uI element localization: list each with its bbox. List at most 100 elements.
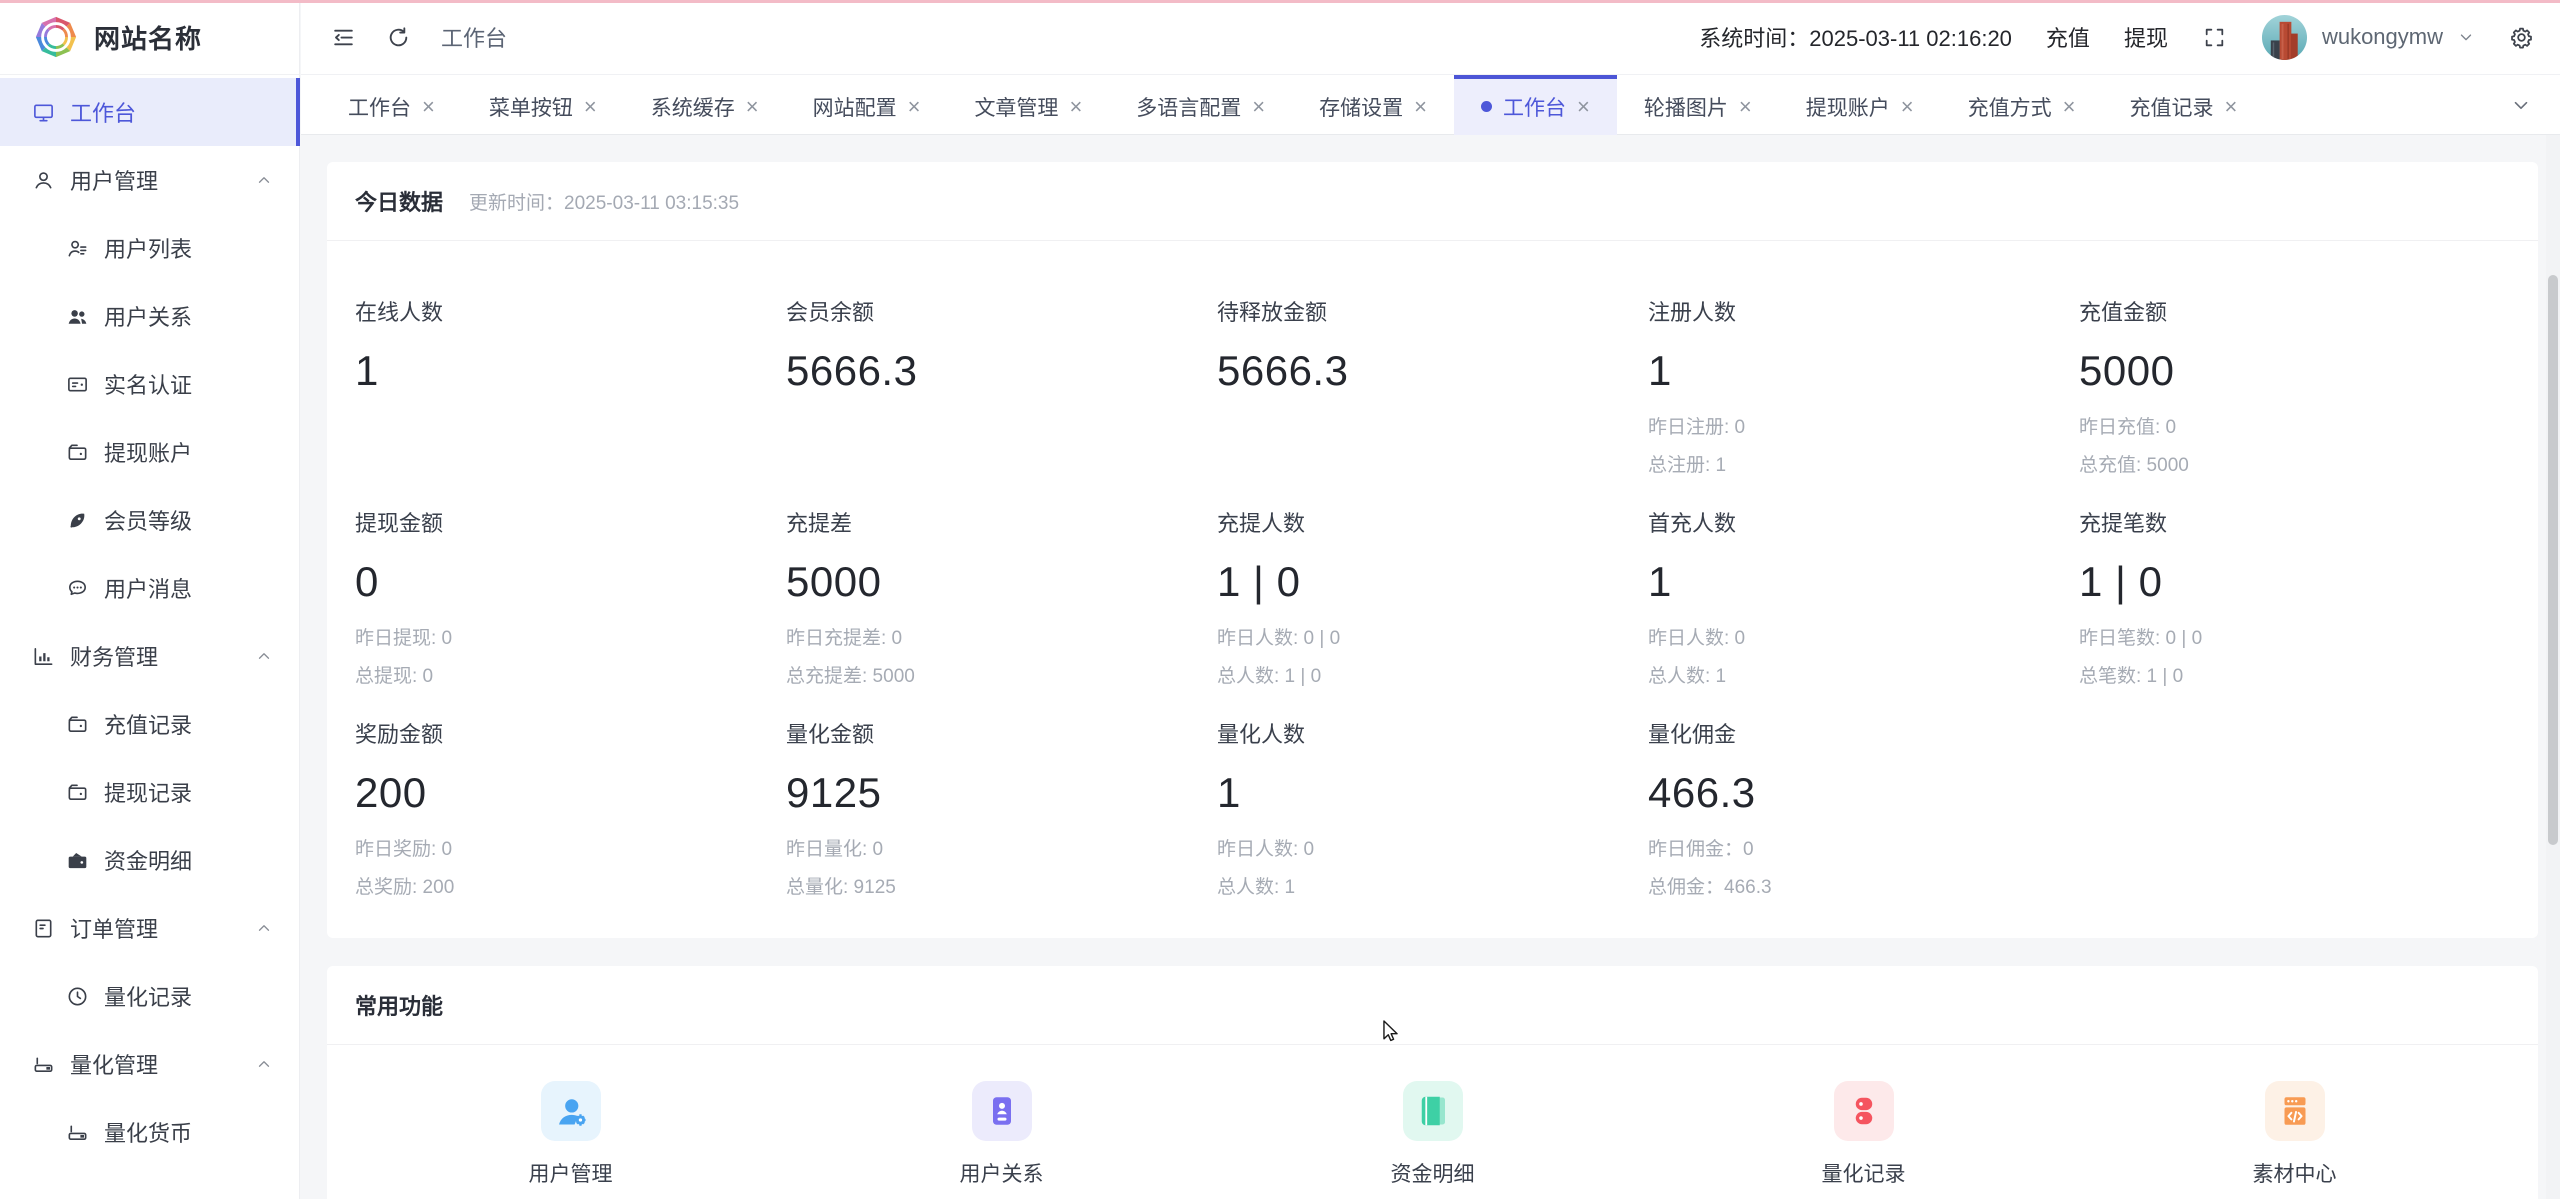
close-tab-icon[interactable]: × bbox=[1577, 96, 1590, 118]
sidebar-item-funds-detail[interactable]: 资金明细 bbox=[0, 826, 299, 894]
tab-recharge-records[interactable]: 充值记录× bbox=[2102, 75, 2264, 135]
shortcut-label: 素材中心 bbox=[2253, 1158, 2337, 1188]
book-icon bbox=[1403, 1081, 1463, 1141]
user-list-icon bbox=[66, 237, 89, 260]
shortcut-quant-records[interactable]: 量化记录 bbox=[1648, 1081, 2079, 1188]
sidebar-item-label: 量化货币 bbox=[104, 1116, 192, 1148]
tab-article-management[interactable]: 文章管理× bbox=[947, 75, 1109, 135]
close-tab-icon[interactable]: × bbox=[1901, 96, 1914, 118]
tab-site-config[interactable]: 网站配置× bbox=[786, 75, 948, 135]
kline-icon bbox=[32, 1053, 55, 1076]
chevron-down-icon bbox=[2457, 28, 2475, 46]
withdraw-button[interactable]: 提现 bbox=[2124, 21, 2168, 53]
sidebar-item-label: 工作台 bbox=[70, 96, 136, 128]
stat-cell: 量化佣金466.3昨日佣金：0总佣金：466.3 bbox=[1648, 693, 2079, 904]
clock-icon bbox=[66, 985, 89, 1008]
refresh-icon[interactable] bbox=[386, 25, 411, 50]
monitor-icon bbox=[32, 101, 55, 124]
close-tab-icon[interactable]: × bbox=[584, 96, 597, 118]
shortcut-label: 用户管理 bbox=[529, 1158, 613, 1188]
message-icon bbox=[66, 577, 89, 600]
stat-cell: 量化人数1昨日人数: 0总人数: 1 bbox=[1217, 693, 1648, 904]
shortcut-funds-detail[interactable]: 资金明细 bbox=[1217, 1081, 1648, 1188]
user-icon bbox=[32, 169, 55, 192]
user-gear-icon bbox=[541, 1081, 601, 1141]
sidebar-group-order-management[interactable]: 订单管理 bbox=[0, 894, 299, 962]
sidebar-item-quant-currency[interactable]: 量化货币 bbox=[0, 1098, 299, 1166]
chevron-up-icon bbox=[255, 171, 273, 189]
stat-cell: 量化金额9125昨日量化: 0总量化: 9125 bbox=[786, 693, 1217, 904]
tab-menu-buttons[interactable]: 菜单按钮× bbox=[462, 75, 624, 135]
stat-cell: 充提差5000昨日充提差: 0总充提差: 5000 bbox=[786, 482, 1217, 693]
sidebar-item-recharge-records[interactable]: 充值记录 bbox=[0, 690, 299, 758]
sidebar-item-realname-auth[interactable]: 实名认证 bbox=[0, 350, 299, 418]
tabbar: 工作台× 菜单按钮× 系统缓存× 网站配置× 文章管理× 多语言配置× 存储设置… bbox=[301, 75, 2560, 135]
sidebar-item-member-levels[interactable]: 会员等级 bbox=[0, 486, 299, 554]
shortcut-user-management[interactable]: 用户管理 bbox=[355, 1081, 786, 1188]
kline-icon bbox=[66, 1121, 89, 1144]
tab-storage-settings[interactable]: 存储设置× bbox=[1292, 75, 1454, 135]
app-window: 网站名称 工作台 用户管理 用户列表 用户关系 实名认证 bbox=[0, 0, 2560, 1199]
close-tab-icon[interactable]: × bbox=[1252, 96, 1265, 118]
close-tab-icon[interactable]: × bbox=[908, 96, 921, 118]
shortcut-label: 资金明细 bbox=[1391, 1158, 1475, 1188]
tab-carousel-images[interactable]: 轮播图片× bbox=[1617, 75, 1779, 135]
chevron-up-icon bbox=[255, 1055, 273, 1073]
close-tab-icon[interactable]: × bbox=[422, 96, 435, 118]
rocket-icon bbox=[66, 509, 89, 532]
tab-recharge-methods[interactable]: 充值方式× bbox=[1941, 75, 2103, 135]
sidebar-item-user-list[interactable]: 用户列表 bbox=[0, 214, 299, 282]
sidebar-item-quant-records[interactable]: 量化记录 bbox=[0, 962, 299, 1030]
shortcut-material-center[interactable]: 素材中心 bbox=[2079, 1081, 2510, 1188]
sidebar-item-label: 充值记录 bbox=[104, 708, 192, 740]
shortcut-user-relations[interactable]: 用户关系 bbox=[786, 1081, 1217, 1188]
close-tab-icon[interactable]: × bbox=[2063, 96, 2076, 118]
close-tab-icon[interactable]: × bbox=[2224, 96, 2237, 118]
tab-workbench-active[interactable]: 工作台× bbox=[1454, 75, 1617, 135]
code-window-icon bbox=[2265, 1081, 2325, 1141]
tab-system-cache[interactable]: 系统缓存× bbox=[624, 75, 786, 135]
system-time: 系统时间：2025-03-11 02:16:20 bbox=[1699, 21, 2012, 53]
sidebar-item-workbench[interactable]: 工作台 bbox=[0, 78, 299, 146]
close-tab-icon[interactable]: × bbox=[1069, 96, 1082, 118]
progress-bar bbox=[0, 0, 2560, 3]
sidebar-item-label: 提现账户 bbox=[104, 436, 192, 468]
close-tab-icon[interactable]: × bbox=[1414, 96, 1427, 118]
close-tab-icon[interactable]: × bbox=[1739, 96, 1752, 118]
user-menu[interactable]: wukongymw bbox=[2261, 14, 2475, 61]
sidebar-group-quant-management[interactable]: 量化管理 bbox=[0, 1030, 299, 1098]
active-dot bbox=[1481, 101, 1492, 112]
sidebar-group-finance-management[interactable]: 财务管理 bbox=[0, 622, 299, 690]
sidebar-item-user-relations[interactable]: 用户关系 bbox=[0, 282, 299, 350]
sidebar-group-user-management[interactable]: 用户管理 bbox=[0, 146, 299, 214]
brand-logo[interactable]: 网站名称 bbox=[0, 0, 299, 75]
stat-cell: 首充人数1昨日人数: 0总人数: 1 bbox=[1648, 482, 2079, 693]
sidebar-item-withdraw-accounts[interactable]: 提现账户 bbox=[0, 418, 299, 486]
tab-withdraw-accounts[interactable]: 提现账户× bbox=[1779, 75, 1941, 135]
chevron-up-icon bbox=[255, 647, 273, 665]
sidebar-item-withdraw-records[interactable]: 提现记录 bbox=[0, 758, 299, 826]
sidebar-item-user-messages[interactable]: 用户消息 bbox=[0, 554, 299, 622]
brand-name: 网站名称 bbox=[94, 19, 202, 56]
sidebar-group-label: 订单管理 bbox=[70, 912, 158, 944]
scrollbar-thumb[interactable] bbox=[2548, 275, 2558, 845]
sidebar-item-label: 用户消息 bbox=[104, 572, 192, 604]
sidebar-item-label: 用户关系 bbox=[104, 300, 192, 332]
scrollbar-track bbox=[2546, 135, 2560, 1199]
tab-workbench[interactable]: 工作台× bbox=[321, 75, 462, 135]
stat-cell: 待释放金额5666.3 bbox=[1217, 271, 1648, 482]
tab-multilang-config[interactable]: 多语言配置× bbox=[1109, 75, 1292, 135]
fullscreen-icon[interactable] bbox=[2202, 25, 2227, 50]
users-icon bbox=[66, 305, 89, 328]
tabs-dropdown-icon[interactable] bbox=[2510, 94, 2532, 116]
sidebar-item-label: 会员等级 bbox=[104, 504, 192, 536]
bar-chart-icon bbox=[32, 645, 55, 668]
menu-fold-icon[interactable] bbox=[331, 25, 356, 50]
close-tab-icon[interactable]: × bbox=[746, 96, 759, 118]
id-card-icon bbox=[66, 373, 89, 396]
sidebar-group-label: 财务管理 bbox=[70, 640, 158, 672]
stat-cell: 奖励金额200昨日奖励: 0总奖励: 200 bbox=[355, 693, 786, 904]
gear-icon[interactable] bbox=[2509, 25, 2534, 50]
logo-icon bbox=[33, 14, 79, 60]
recharge-button[interactable]: 充值 bbox=[2046, 21, 2090, 53]
